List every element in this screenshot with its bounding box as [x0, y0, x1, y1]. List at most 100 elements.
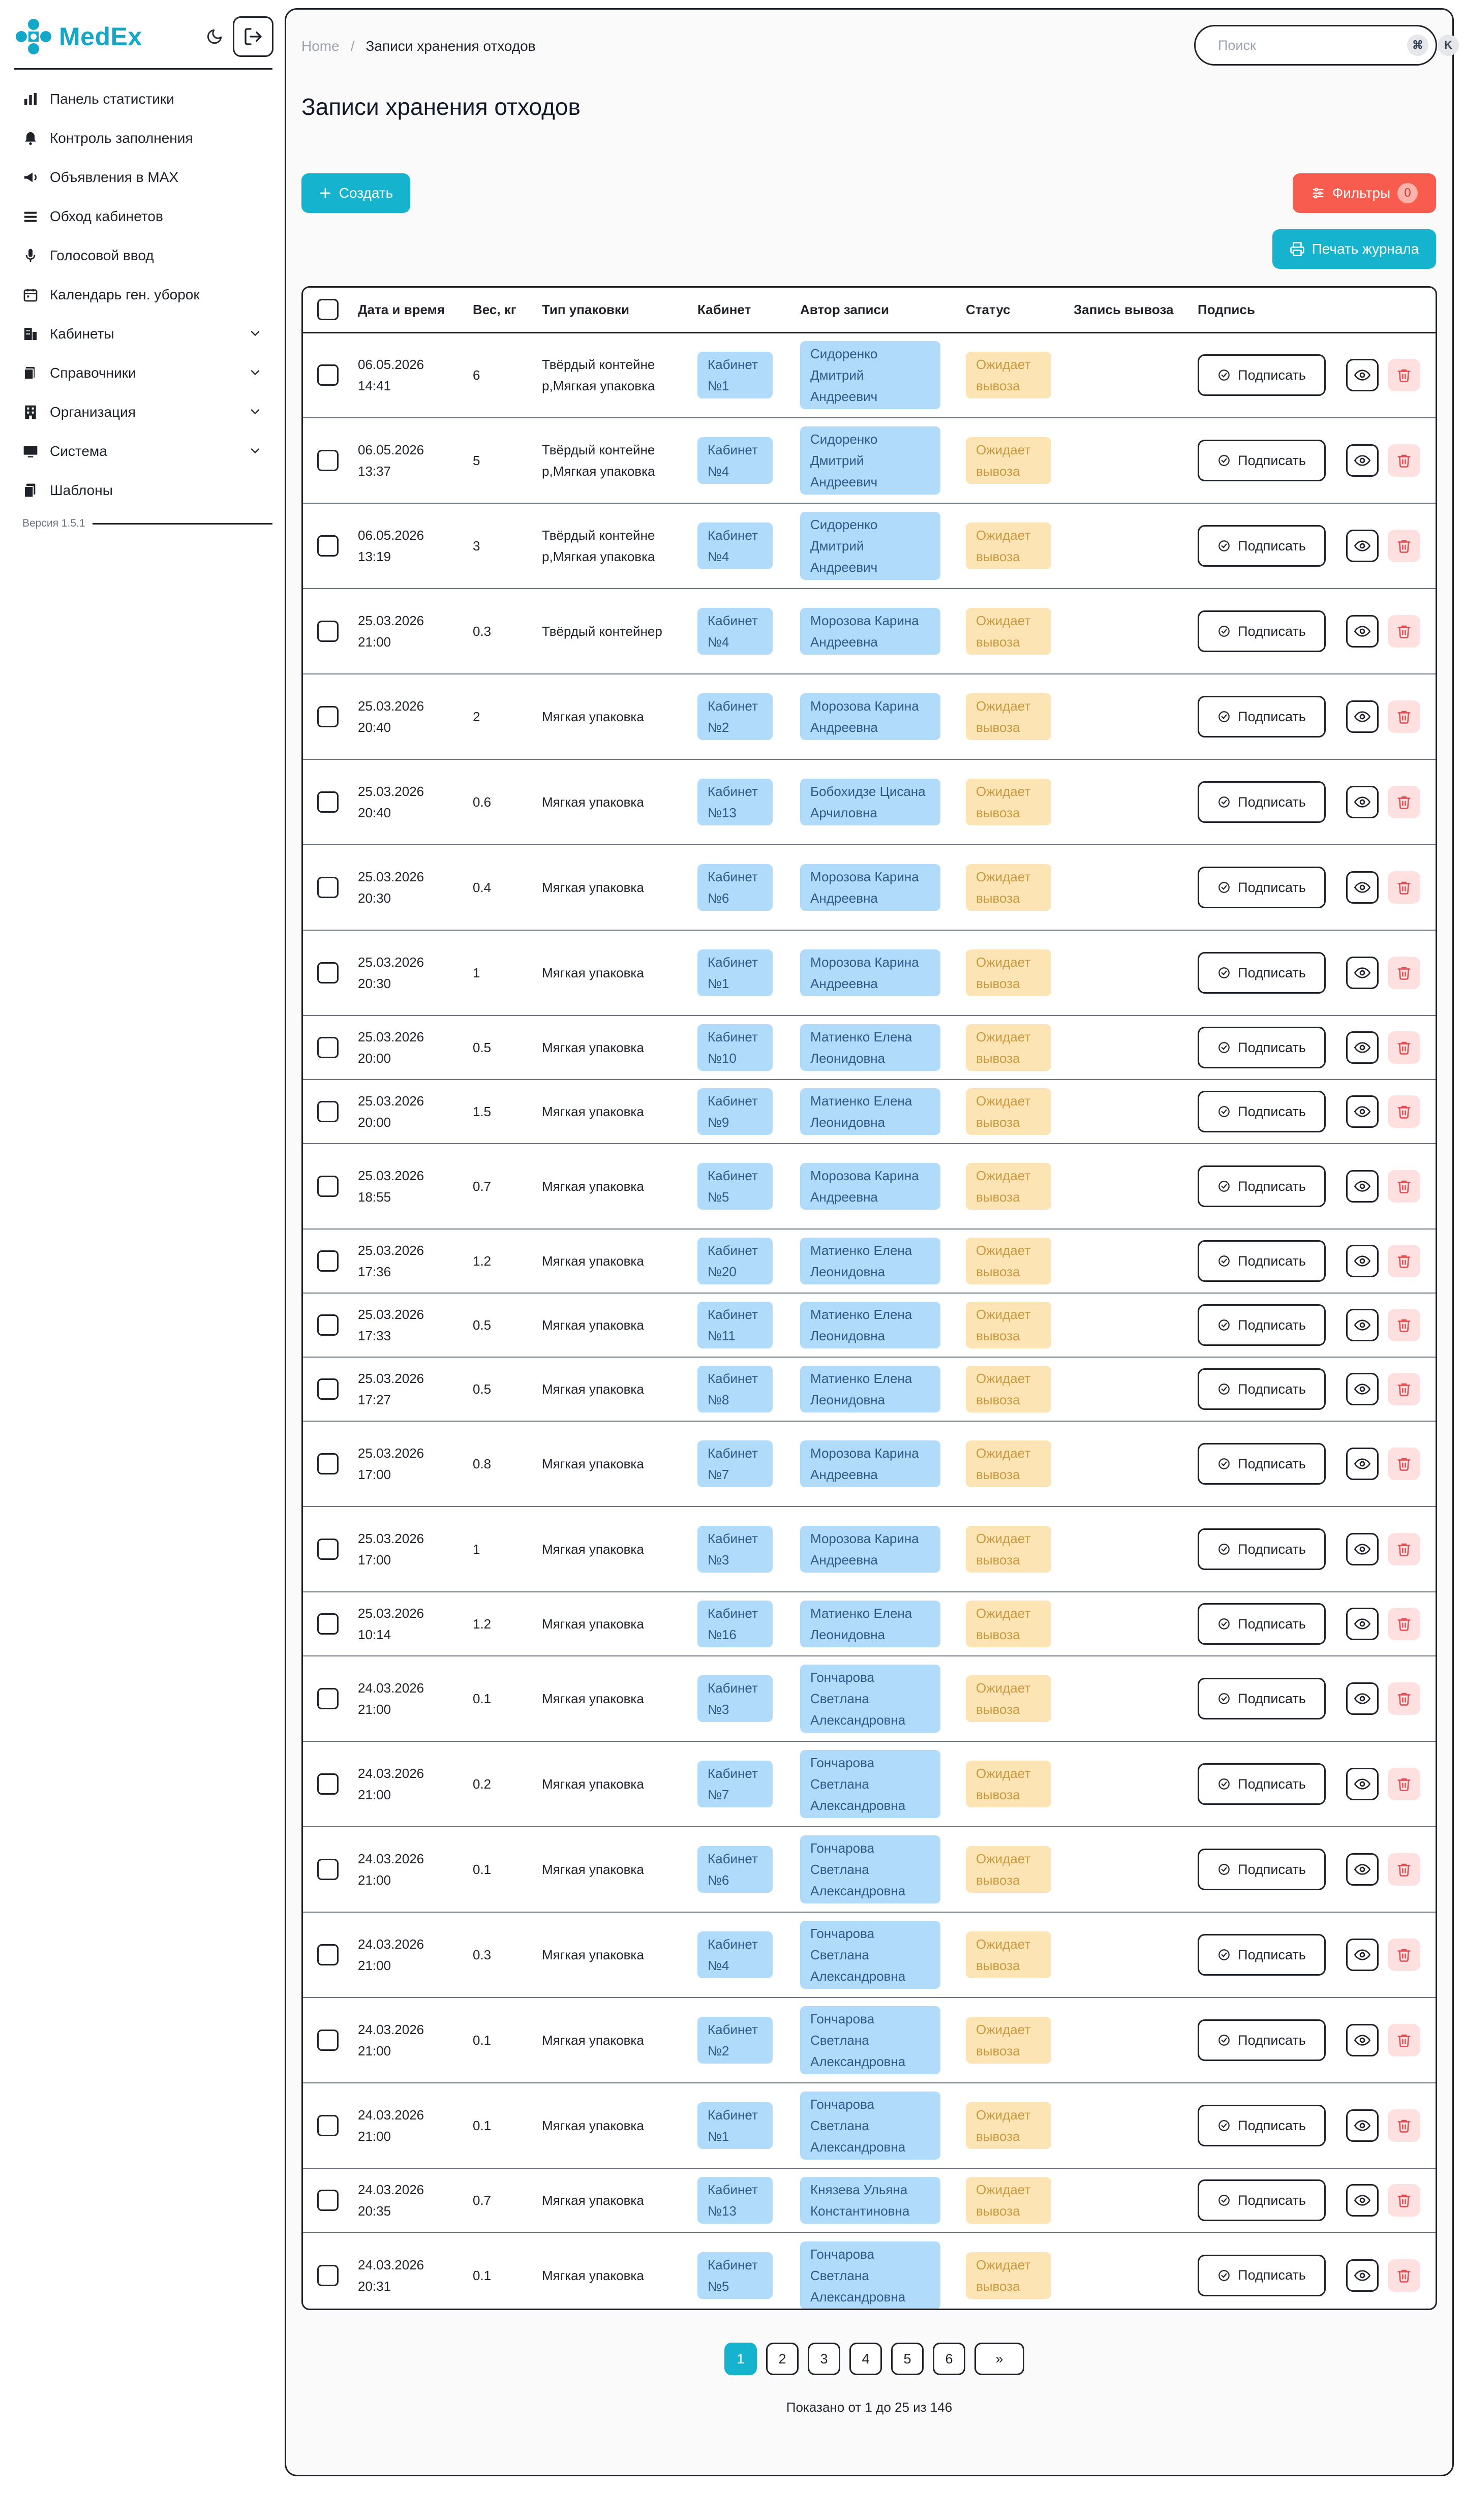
page-button-5[interactable]: 5: [891, 2343, 924, 2375]
page-button-4[interactable]: 4: [849, 2343, 882, 2375]
delete-button[interactable]: [1388, 2184, 1420, 2217]
next-pages-button[interactable]: »: [974, 2343, 1024, 2375]
row-checkbox[interactable]: [317, 2264, 339, 2286]
view-button[interactable]: [1346, 615, 1379, 648]
view-button[interactable]: [1346, 2109, 1379, 2142]
chevron-down-icon[interactable]: [248, 444, 262, 458]
sign-button[interactable]: Подписать: [1198, 2019, 1326, 2061]
sign-button[interactable]: Подписать: [1198, 1934, 1326, 1976]
sign-button[interactable]: Подписать: [1198, 1678, 1326, 1719]
view-button[interactable]: [1346, 2024, 1379, 2056]
sign-button[interactable]: Подписать: [1198, 1027, 1326, 1068]
view-button[interactable]: [1346, 2259, 1379, 2292]
row-checkbox[interactable]: [317, 1378, 339, 1400]
view-button[interactable]: [1346, 1853, 1379, 1886]
sidebar-item-4[interactable]: Голосовой ввод: [14, 236, 272, 275]
sidebar-item-3[interactable]: Обход кабинетов: [14, 197, 272, 236]
sign-button[interactable]: Подписать: [1198, 696, 1326, 737]
sidebar-item-9[interactable]: Система: [14, 432, 272, 471]
view-button[interactable]: [1346, 1373, 1379, 1405]
page-button-2[interactable]: 2: [766, 2343, 799, 2375]
delete-button[interactable]: [1388, 1170, 1420, 1203]
sign-button[interactable]: Подписать: [1198, 610, 1326, 652]
row-checkbox[interactable]: [317, 1314, 339, 1336]
delete-button[interactable]: [1388, 1373, 1420, 1405]
sidebar-item-10[interactable]: Шаблоны: [14, 471, 272, 510]
row-checkbox[interactable]: [317, 1101, 339, 1122]
page-button-3[interactable]: 3: [808, 2343, 840, 2375]
row-checkbox[interactable]: [317, 364, 339, 386]
view-button[interactable]: [1346, 359, 1379, 392]
sidebar-item-7[interactable]: Справочники: [14, 353, 272, 392]
delete-button[interactable]: [1388, 444, 1420, 477]
row-checkbox[interactable]: [317, 791, 339, 813]
view-button[interactable]: [1346, 1768, 1379, 1800]
delete-button[interactable]: [1388, 2109, 1420, 2142]
header-pack-type[interactable]: Тип упаковки: [538, 288, 693, 333]
delete-button[interactable]: [1388, 1768, 1420, 1800]
sidebar-item-2[interactable]: Объявления в MAX: [14, 158, 272, 197]
row-checkbox[interactable]: [317, 621, 339, 642]
row-checkbox[interactable]: [317, 1773, 339, 1795]
row-checkbox[interactable]: [317, 1613, 339, 1635]
sign-button[interactable]: Подписать: [1198, 1091, 1326, 1132]
row-checkbox[interactable]: [317, 2030, 339, 2051]
delete-button[interactable]: [1388, 1853, 1420, 1886]
theme-toggle-button[interactable]: [201, 23, 228, 50]
logout-button[interactable]: [233, 16, 273, 57]
view-button[interactable]: [1346, 2184, 1379, 2217]
filters-button[interactable]: Фильтры 0: [1293, 173, 1436, 213]
view-button[interactable]: [1346, 1448, 1379, 1480]
select-all-checkbox[interactable]: [317, 299, 339, 321]
sidebar-item-0[interactable]: Панель статистики: [14, 79, 272, 118]
delete-button[interactable]: [1388, 700, 1420, 733]
sign-button[interactable]: Подписать: [1198, 1763, 1326, 1805]
breadcrumb-home[interactable]: Home: [301, 38, 340, 54]
view-button[interactable]: [1346, 786, 1379, 818]
delete-button[interactable]: [1388, 1031, 1420, 1064]
delete-button[interactable]: [1388, 530, 1420, 562]
row-checkbox[interactable]: [317, 1037, 339, 1058]
delete-button[interactable]: [1388, 1939, 1420, 1971]
view-button[interactable]: [1346, 1031, 1379, 1064]
row-checkbox[interactable]: [317, 1688, 339, 1709]
sign-button[interactable]: Подписать: [1198, 2105, 1326, 2146]
header-weight[interactable]: Вес, кг: [469, 288, 538, 333]
delete-button[interactable]: [1388, 1448, 1420, 1480]
delete-button[interactable]: [1388, 2024, 1420, 2056]
page-button-1[interactable]: 1: [724, 2343, 757, 2375]
sidebar-item-8[interactable]: Организация: [14, 392, 272, 432]
sign-button[interactable]: Подписать: [1198, 1849, 1326, 1890]
delete-button[interactable]: [1388, 1682, 1420, 1715]
header-author[interactable]: Автор записи: [796, 288, 962, 333]
page-button-6[interactable]: 6: [933, 2343, 965, 2375]
chevron-down-icon[interactable]: [248, 365, 262, 380]
sign-button[interactable]: Подписать: [1198, 867, 1326, 908]
sidebar-item-6[interactable]: Кабинеты: [14, 314, 272, 353]
create-button[interactable]: Создать: [301, 173, 410, 213]
delete-button[interactable]: [1388, 2259, 1420, 2292]
sign-button[interactable]: Подписать: [1198, 354, 1326, 396]
view-button[interactable]: [1346, 1608, 1379, 1640]
header-status[interactable]: Статус: [962, 288, 1070, 333]
view-button[interactable]: [1346, 1533, 1379, 1565]
row-checkbox[interactable]: [317, 1859, 339, 1880]
row-checkbox[interactable]: [317, 1250, 339, 1272]
sidebar-item-5[interactable]: Календарь ген. уборок: [14, 275, 272, 314]
row-checkbox[interactable]: [317, 2115, 339, 2136]
sign-button[interactable]: Подписать: [1198, 1528, 1326, 1570]
row-checkbox[interactable]: [317, 1176, 339, 1197]
row-checkbox[interactable]: [317, 962, 339, 984]
header-removal-record[interactable]: Запись вывоза: [1070, 288, 1194, 333]
view-button[interactable]: [1346, 871, 1379, 904]
sign-button[interactable]: Подписать: [1198, 1165, 1326, 1207]
row-checkbox[interactable]: [317, 1453, 339, 1474]
view-button[interactable]: [1346, 1309, 1379, 1341]
delete-button[interactable]: [1388, 871, 1420, 904]
chevron-down-icon[interactable]: [248, 326, 262, 341]
delete-button[interactable]: [1388, 1608, 1420, 1640]
row-checkbox[interactable]: [317, 706, 339, 727]
sign-button[interactable]: Подписать: [1198, 1603, 1326, 1645]
row-checkbox[interactable]: [317, 450, 339, 471]
sign-button[interactable]: Подписать: [1198, 1443, 1326, 1485]
